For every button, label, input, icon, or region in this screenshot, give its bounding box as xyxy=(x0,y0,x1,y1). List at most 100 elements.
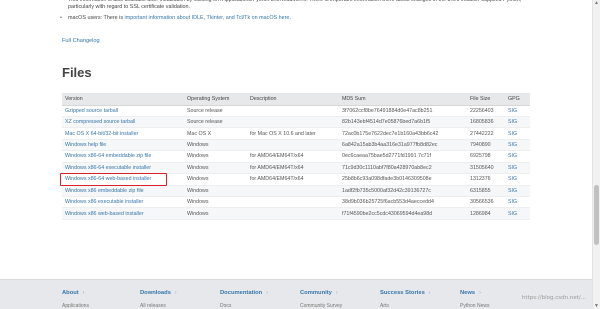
col-file-size: File Size xyxy=(467,93,505,106)
footer-link[interactable]: Applications xyxy=(62,303,89,309)
footer-toggle-icon: › xyxy=(174,290,177,296)
windows-x86-64-executable-installer-link[interactable]: Windows x86-64 executable installer xyxy=(62,162,184,175)
file-size-cell: 1286984 xyxy=(467,207,505,220)
sig-link[interactable]: SIG xyxy=(505,207,530,220)
sig-link[interactable]: SIG xyxy=(505,127,530,140)
description-cell xyxy=(247,105,339,117)
version-link[interactable]: Windows x86 executable installer xyxy=(62,196,184,209)
version-link[interactable]: Gzipped source tarball xyxy=(62,105,184,117)
table-row: Mac OS X 64-bit/32-bit installer Mac OS … xyxy=(62,127,530,140)
description-cell xyxy=(247,139,339,152)
col-description: Description xyxy=(247,93,339,106)
os-cell: Windows xyxy=(184,139,247,152)
sig-link[interactable]: SIG xyxy=(505,173,530,186)
footer-toggle-icon: › xyxy=(82,290,85,296)
sig-link[interactable]: SIG xyxy=(505,150,530,163)
footer-link[interactable]: Python News xyxy=(460,303,489,309)
table-row: Gzipped source tarball Source release 3f… xyxy=(62,105,530,117)
os-cell: Windows xyxy=(184,150,247,163)
footer-community[interactable]: Community › xyxy=(300,290,338,296)
table-row: XZ compressed source tarball Source rele… xyxy=(62,116,530,129)
footer-link[interactable]: Docs xyxy=(220,303,231,309)
scrollbar-thumb[interactable] xyxy=(594,185,599,245)
sig-link[interactable]: SIG xyxy=(505,162,530,175)
sig-link[interactable]: SIG xyxy=(505,105,530,117)
md5-cell: 3f7062ccf8be76491884d0e47ac8b251 xyxy=(339,105,467,117)
description-cell xyxy=(247,185,339,198)
footer-downloads[interactable]: Downloads › xyxy=(140,290,177,296)
sig-link[interactable]: SIG xyxy=(505,116,530,129)
macos-note-prefix: macOS users: There is xyxy=(68,15,125,21)
footer-toggle-icon: › xyxy=(479,290,481,296)
os-cell: Windows xyxy=(184,196,247,209)
md5-cell: 1adf2fb735c5000af32d42c39136727c xyxy=(339,185,467,198)
sig-link[interactable]: SIG xyxy=(505,196,530,209)
description-cell xyxy=(247,207,339,220)
version-link[interactable]: XZ compressed source tarball xyxy=(62,116,184,129)
files-heading: Files xyxy=(62,65,92,80)
macos-info-link[interactable]: important information about IDLE, Tkinte… xyxy=(125,15,290,21)
version-link[interactable]: Windows x86 embeddable zip file xyxy=(62,185,184,198)
sig-link[interactable]: SIG xyxy=(505,185,530,198)
vertical-scrollbar[interactable]: ▲ ▼ xyxy=(592,0,600,309)
version-link[interactable]: Windows help file xyxy=(62,139,184,152)
md5-cell: 38d9b036b25725f6acb553d4aeccedd4 xyxy=(339,196,467,209)
macos-note: macOS users: There is important informat… xyxy=(58,15,543,23)
full-changelog-link[interactable]: Full Changelog xyxy=(62,38,100,44)
footer-documentation-label: Documentation xyxy=(220,290,263,296)
footer-toggle-icon: › xyxy=(266,290,268,296)
table-header-row: Version Operating System Description MD5… xyxy=(62,93,530,106)
col-os: Operating System xyxy=(184,93,247,106)
col-md5: MD5 Sum xyxy=(339,93,467,106)
version-link[interactable]: Mac OS X 64-bit/32-bit installer xyxy=(62,127,184,140)
version-link[interactable]: Windows x86-64 embeddable zip file xyxy=(62,150,184,163)
description-cell xyxy=(247,196,339,209)
footer-success-stories-label: Success Stories xyxy=(380,290,425,296)
md5-cell: 25b8b6c93a098dfade3b0146309508e xyxy=(339,173,467,186)
table-row: Windows x86 executable installer Windows… xyxy=(62,196,530,209)
scroll-up-arrow-icon[interactable]: ▲ xyxy=(594,0,599,6)
description-cell xyxy=(247,116,339,129)
file-size-cell: 27442222 xyxy=(467,127,505,140)
file-size-cell: 1312376 xyxy=(467,173,505,186)
footer-community-label: Community xyxy=(300,290,332,296)
files-table: Version Operating System Description MD5… xyxy=(62,93,530,220)
footer-toggle-icon: › xyxy=(335,290,338,296)
sig-link[interactable]: SIG xyxy=(505,139,530,152)
footer-about[interactable]: About › xyxy=(62,290,84,296)
file-size-cell: 6925798 xyxy=(467,150,505,163)
watermark-text: https://blog.csdn.net/... xyxy=(521,295,586,301)
footer-link[interactable]: All releases xyxy=(140,303,166,309)
table-row-highlighted: Windows x86-64 executable installer Wind… xyxy=(62,162,530,175)
col-gpg: GPG xyxy=(505,93,530,106)
footer-downloads-label: Downloads xyxy=(140,290,171,296)
file-size-cell: 6315855 xyxy=(467,185,505,198)
table-row: Windows help file Windows 6a842a15ab3b4a… xyxy=(62,139,530,152)
main-content: This information is also available after… xyxy=(58,0,543,220)
description-cell: for AMD64/EM64T/x64 xyxy=(247,162,339,175)
file-size-cell: 22256403 xyxy=(467,105,505,117)
site-footer: About › Downloads › Documentation › Communi… xyxy=(0,279,592,309)
highlight-box xyxy=(60,173,167,186)
macos-note-suffix: . xyxy=(289,15,291,21)
scroll-down-arrow-icon[interactable]: ▼ xyxy=(594,303,599,309)
footer-link[interactable]: Arts xyxy=(380,303,389,309)
footer-news[interactable]: News › xyxy=(460,290,481,296)
table-row: Windows x86 embeddable zip file Windows … xyxy=(62,185,530,198)
windows-note-text: This information is also available after… xyxy=(68,0,522,11)
description-cell: for Mac OS X 10.6 and later xyxy=(247,127,339,140)
os-cell: Source release xyxy=(184,116,247,129)
md5-cell: 0ec6caeaa75bae5d2771fd1991 7c71f xyxy=(339,150,467,163)
footer-documentation[interactable]: Documentation › xyxy=(220,290,268,296)
col-version: Version xyxy=(62,93,184,106)
file-size-cell: 16805836 xyxy=(467,116,505,129)
footer-link[interactable]: Community Survey xyxy=(300,303,342,309)
os-cell: Source release xyxy=(184,105,247,117)
md5-cell: f71f4590be2cc5cdc43069594d4ea98d xyxy=(339,207,467,220)
version-link[interactable]: Windows x86 web-based installer xyxy=(62,207,184,220)
footer-about-label: About xyxy=(62,290,79,296)
file-size-cell: 30566536 xyxy=(467,196,505,209)
footer-success-stories[interactable]: Success Stories › xyxy=(380,290,430,296)
file-size-cell: 7940890 xyxy=(467,139,505,152)
table-row: Windows x86 web-based installer Windows … xyxy=(62,207,530,220)
